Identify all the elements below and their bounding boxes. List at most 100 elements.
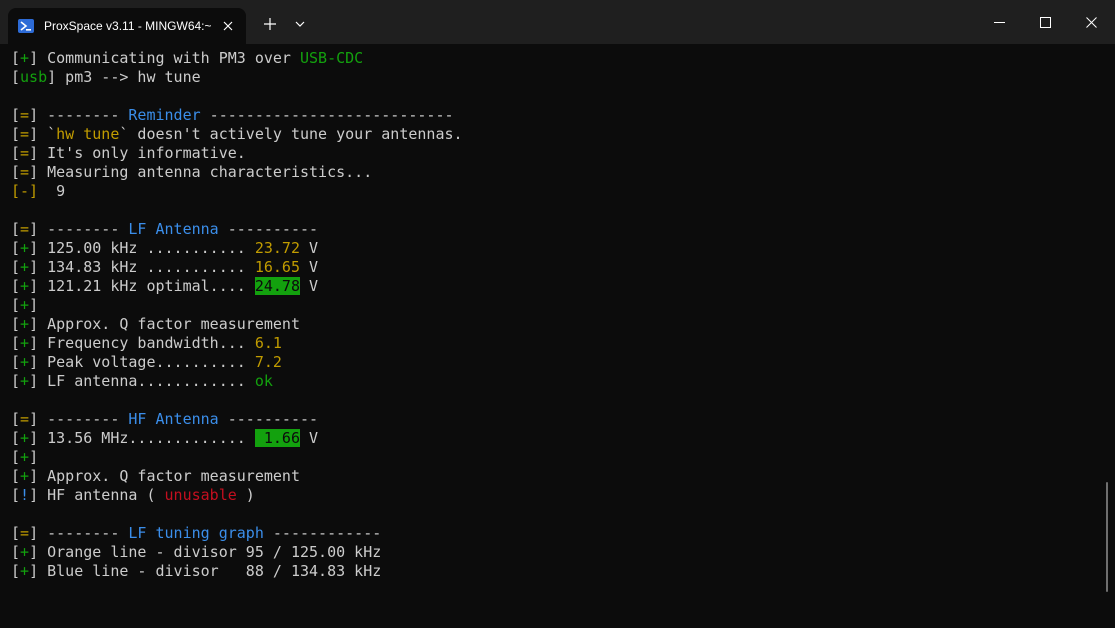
terminal-line: [+] 125.00 kHz ........... 23.72 V: [11, 239, 1101, 258]
terminal-text: [: [11, 258, 21, 276]
terminal-text: ] Blue line - divisor 88 / 134.83 kHz: [29, 562, 382, 580]
terminal-text: +: [20, 353, 30, 371]
close-button[interactable]: [1068, 0, 1114, 44]
terminal-text: [: [11, 486, 21, 504]
terminal-text: 6.1: [254, 334, 282, 352]
terminal-output[interactable]: [+] Communicating with PM3 over USB-CDC[…: [11, 49, 1101, 624]
terminal-text: LF tuning graph: [128, 524, 264, 542]
terminal-line: [=] `hw tune` doesn't actively tune your…: [11, 125, 1101, 144]
terminal-text: [: [11, 429, 21, 447]
terminal-text: +: [20, 277, 30, 295]
terminal-text: ] Peak voltage..........: [29, 353, 255, 371]
terminal-line: [!] HF antenna ( unusable ): [11, 486, 1101, 505]
terminal-text: +: [20, 562, 30, 580]
terminal-text: [: [11, 562, 21, 580]
terminal-text: =: [20, 410, 30, 428]
terminal-text: [: [11, 163, 21, 181]
terminal-text: [: [11, 315, 21, 333]
terminal-line: [=] -------- Reminder ------------------…: [11, 106, 1101, 125]
scrollbar[interactable]: [1106, 482, 1108, 592]
terminal-line: [+] 121.21 kHz optimal.... 24.78 V: [11, 277, 1101, 296]
terminal-window: ProxSpace v3.11 - MINGW64:~ [+] Communic…: [0, 0, 1115, 628]
terminal-text: ]: [29, 448, 39, 466]
terminal-text: V: [300, 239, 319, 257]
terminal-text: !: [20, 486, 30, 504]
terminal-text: [: [11, 49, 21, 67]
terminal-text: 7.2: [254, 353, 282, 371]
terminal-text: ] --------: [29, 106, 129, 124]
terminal-text: +: [20, 372, 30, 390]
terminal-text: [: [11, 296, 21, 314]
terminal-text: +: [20, 258, 30, 276]
terminal-text: ] HF antenna (: [29, 486, 165, 504]
terminal-text: =: [20, 220, 30, 238]
powershell-icon: [18, 18, 34, 34]
terminal-text: ] 121.21 kHz optimal....: [29, 277, 255, 295]
terminal-line: [=] It's only informative.: [11, 144, 1101, 163]
terminal-line: [=] -------- LF Antenna ----------: [11, 220, 1101, 239]
terminal-line: [+] Approx. Q factor measurement: [11, 315, 1101, 334]
minimize-button[interactable]: [976, 0, 1022, 44]
terminal-text: ): [236, 486, 255, 504]
terminal-text: +: [20, 467, 30, 485]
terminal-text: [: [11, 106, 21, 124]
tab-proxspace[interactable]: ProxSpace v3.11 - MINGW64:~: [8, 8, 246, 44]
terminal-text: =: [20, 125, 30, 143]
tab-dropdown-button[interactable]: [290, 12, 310, 36]
terminal-text: V: [300, 258, 319, 276]
terminal-text: [: [11, 334, 21, 352]
terminal-text: ] Frequency bandwidth...: [29, 334, 255, 352]
terminal-text: V: [300, 277, 319, 295]
terminal-text: [: [11, 372, 21, 390]
terminal-line: [+] Communicating with PM3 over USB-CDC: [11, 49, 1101, 68]
terminal-text: USB-CDC: [300, 49, 364, 67]
terminal-text: +: [20, 49, 30, 67]
terminal-text: 16.65: [254, 258, 300, 276]
terminal-text: ] 134.83 kHz ...........: [29, 258, 255, 276]
terminal-text: ] Approx. Q factor measurement: [29, 315, 300, 333]
terminal-line: [+] 134.83 kHz ........... 16.65 V: [11, 258, 1101, 277]
terminal-text: [: [11, 125, 21, 143]
terminal-text: +: [20, 448, 30, 466]
terminal-text: [: [11, 353, 21, 371]
terminal-text: =: [20, 144, 30, 162]
terminal-line: [=] -------- HF Antenna ----------: [11, 410, 1101, 429]
terminal-line: [+] Approx. Q factor measurement: [11, 467, 1101, 486]
terminal-text: [: [11, 239, 21, 257]
terminal-text: ok: [254, 372, 273, 390]
maximize-icon: [1039, 16, 1051, 28]
terminal-text: +: [20, 429, 30, 447]
terminal-text: +: [20, 543, 30, 561]
chevron-down-icon: [295, 21, 305, 27]
terminal-text: ------------: [263, 524, 382, 542]
terminal-text: =: [20, 524, 30, 542]
terminal-line: [+] Frequency bandwidth... 6.1: [11, 334, 1101, 353]
terminal-text: ] --------: [29, 524, 129, 542]
terminal-text: ] Orange line - divisor 95 / 125.00 kHz: [29, 543, 382, 561]
terminal-text: =: [20, 163, 30, 181]
terminal-text: ] 13.56 MHz.............: [29, 429, 255, 447]
terminal-line: [=] -------- LF tuning graph -----------…: [11, 524, 1101, 543]
terminal-text: LF Antenna: [128, 220, 219, 238]
terminal-text: ] Measuring antenna characteristics...: [29, 163, 373, 181]
terminal-text: +: [20, 315, 30, 333]
terminal-text: [: [11, 467, 21, 485]
terminal-text: [: [11, 277, 21, 295]
terminal-text: 9: [38, 182, 66, 200]
terminal-line: [+] LF antenna............ ok: [11, 372, 1101, 391]
terminal-text: ----------: [218, 220, 319, 238]
plus-icon: [264, 18, 276, 30]
maximize-button[interactable]: [1022, 0, 1068, 44]
terminal-text: [: [11, 144, 21, 162]
terminal-text: ] 125.00 kHz ...........: [29, 239, 255, 257]
terminal-text: [: [11, 543, 21, 561]
close-icon[interactable]: [218, 16, 238, 36]
terminal-text: ] `: [29, 125, 57, 143]
terminal-line: [-] 9: [11, 182, 1101, 201]
terminal-text: +: [20, 239, 30, 257]
new-tab-button[interactable]: [258, 12, 282, 36]
